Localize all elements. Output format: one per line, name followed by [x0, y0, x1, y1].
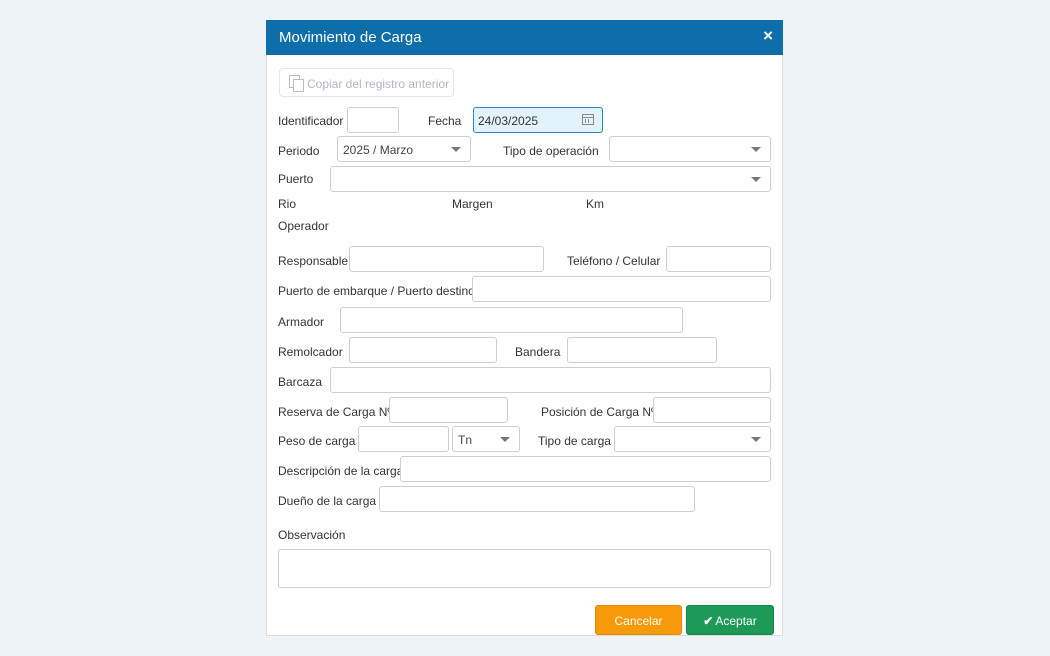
check-icon: ✔ — [703, 614, 714, 628]
dialog-header: Movimiento de Carga × — [266, 20, 783, 55]
tipo-operacion-label: Tipo de operación — [503, 144, 599, 158]
reserva-label: Reserva de Carga Nº — [278, 405, 392, 419]
margen-label: Margen — [452, 197, 493, 211]
cancel-label: Cancelar — [614, 614, 663, 628]
copy-previous-button[interactable]: Copiar del registro anterior — [279, 68, 454, 97]
cancel-button[interactable]: Cancelar — [595, 605, 682, 635]
movimiento-carga-dialog: Movimiento de Carga × Copiar del registr… — [266, 20, 783, 636]
chevron-down-icon — [500, 437, 510, 442]
telefono-input[interactable] — [666, 246, 771, 272]
descripcion-input[interactable] — [400, 456, 771, 482]
posicion-input[interactable] — [653, 397, 771, 423]
close-icon[interactable]: × — [763, 26, 773, 46]
periodo-select[interactable]: 2025 / Marzo — [337, 136, 471, 162]
chevron-down-icon — [751, 437, 761, 442]
observacion-label: Observación — [278, 528, 346, 542]
puerto-embarque-input[interactable] — [472, 276, 771, 302]
tipo-carga-label: Tipo de carga — [538, 434, 611, 448]
telefono-label: Teléfono / Celular — [567, 254, 661, 268]
dueno-label: Dueño de la carga — [278, 494, 377, 508]
km-label: Km — [586, 197, 604, 211]
unidad-value: Tn — [458, 433, 473, 447]
identificador-input[interactable] — [347, 107, 399, 133]
puerto-label: Puerto — [278, 172, 314, 186]
copy-previous-label: Copiar del registro anterior — [307, 77, 450, 91]
peso-label: Peso de carga — [278, 434, 356, 448]
responsable-input[interactable] — [349, 246, 544, 272]
unidad-select[interactable]: Tn — [452, 426, 520, 452]
tipo-carga-select[interactable] — [614, 426, 771, 452]
copy-icon-back — [293, 79, 304, 92]
remolcador-input[interactable] — [349, 337, 497, 363]
remolcador-label: Remolcador — [278, 345, 343, 359]
operador-label: Operador — [278, 219, 329, 233]
reserva-input[interactable] — [389, 397, 508, 423]
periodo-label: Periodo — [278, 144, 320, 158]
observacion-textarea[interactable] — [278, 549, 771, 588]
fecha-input[interactable]: 24/03/2025 — [473, 107, 603, 133]
fecha-label: Fecha — [428, 114, 462, 128]
calendar-icon[interactable] — [582, 114, 594, 125]
responsable-label: Responsable — [278, 254, 349, 268]
accept-label: Aceptar — [715, 614, 757, 628]
chevron-down-icon — [451, 147, 461, 152]
armador-label: Armador — [278, 315, 325, 329]
posicion-label: Posición de Carga Nº — [541, 405, 656, 419]
dueno-input[interactable] — [379, 486, 695, 512]
chevron-down-icon — [751, 147, 761, 152]
puerto-embarque-label: Puerto de embarque / Puerto destino — [278, 284, 475, 298]
accept-button[interactable]: ✔ Aceptar — [686, 605, 774, 635]
identificador-label: Identificador — [278, 114, 344, 128]
dialog-title: Movimiento de Carga — [279, 29, 422, 46]
peso-input[interactable] — [358, 426, 449, 452]
barcaza-input[interactable] — [330, 367, 771, 393]
bandera-label: Bandera — [515, 345, 561, 359]
chevron-down-icon — [751, 177, 761, 182]
rio-label: Rio — [278, 197, 297, 211]
bandera-input[interactable] — [567, 337, 717, 363]
puerto-select[interactable] — [330, 166, 771, 192]
tipo-operacion-select[interactable] — [609, 136, 771, 162]
periodo-value: 2025 / Marzo — [343, 143, 414, 157]
descripcion-label: Descripción de la carga — [278, 464, 404, 478]
armador-input[interactable] — [340, 307, 683, 333]
barcaza-label: Barcaza — [278, 375, 323, 389]
fecha-value: 24/03/2025 — [478, 114, 539, 128]
